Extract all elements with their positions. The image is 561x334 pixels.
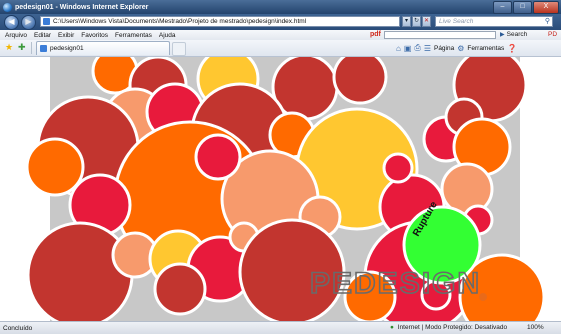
pdf-toolbar-logo: pdf xyxy=(370,31,381,38)
favorites-star-icon[interactable]: ★ xyxy=(5,43,13,52)
menu-favorites[interactable]: Favoritos xyxy=(81,32,108,39)
tab-page-icon xyxy=(40,45,47,52)
bubble-circle xyxy=(382,152,414,184)
logo-dot xyxy=(479,293,487,301)
globe-icon: ● xyxy=(390,324,394,331)
ie-icon xyxy=(3,2,12,12)
bubble-canvas: Rupture PEDESIGN xyxy=(25,57,546,321)
pdf-tool-button[interactable]: PD xyxy=(548,30,557,40)
security-zone-label: Internet | Modo Protegido: Desativado xyxy=(397,324,508,331)
back-button[interactable]: ◀ xyxy=(4,15,19,30)
bubble-circle xyxy=(26,221,134,321)
bubble-circle xyxy=(332,57,388,105)
minimize-button[interactable]: – xyxy=(493,1,512,14)
bubble-circle xyxy=(194,133,242,181)
status-text: Concluído xyxy=(3,324,33,332)
tab-label: pedesign01 xyxy=(50,45,84,52)
bubble-circle xyxy=(153,262,207,316)
forward-button[interactable]: ▶ xyxy=(21,15,36,30)
add-favorite-icon[interactable]: ✚ xyxy=(18,43,26,52)
command-bar: ⌂ ▣ ⎙ ☰ Página ⚙ Ferramentas ❓ xyxy=(396,40,517,56)
address-row: ◀ ▶ C:\Users\Windows Vista\Documents\Mes… xyxy=(0,14,561,30)
tab-row: ★ ✚ pedesign01 ⌂ ▣ ⎙ ☰ Página ⚙ Ferramen… xyxy=(0,40,561,57)
pedesign-logo: PEDESIGN xyxy=(310,267,481,300)
live-search-input[interactable]: Live Search ⚲ xyxy=(435,16,553,27)
menu-edit[interactable]: Editar xyxy=(34,32,51,39)
title-bar: pedesign01 - Windows Internet Explorer –… xyxy=(0,0,561,14)
menu-view[interactable]: Exibir xyxy=(58,32,74,39)
tab-pedesign01[interactable]: pedesign01 xyxy=(36,41,170,55)
window-controls: – □ X xyxy=(493,1,559,14)
address-input[interactable]: C:\Users\Windows Vista\Documents\Mestrad… xyxy=(40,16,400,27)
menu-tools[interactable]: Ferramentas xyxy=(115,32,152,39)
tools-gear-icon[interactable]: ⚙ xyxy=(457,44,464,53)
window-title: pedesign01 - Windows Internet Explorer xyxy=(15,3,149,11)
tab-divider xyxy=(31,42,32,54)
help-icon[interactable]: ❓ xyxy=(507,44,517,53)
print-icon[interactable]: ⎙ xyxy=(414,43,420,53)
refresh-icon[interactable]: ↻ xyxy=(412,16,421,27)
new-tab-button[interactable] xyxy=(172,42,186,56)
toolbar-search-button[interactable]: Search xyxy=(500,30,528,40)
toolbar-search-input[interactable] xyxy=(384,31,496,39)
maximize-button[interactable]: □ xyxy=(513,1,532,14)
page-icon[interactable]: ☰ xyxy=(424,44,431,53)
menu-file[interactable]: Arquivo xyxy=(5,32,27,39)
menu-help[interactable]: Ajuda xyxy=(159,32,176,39)
live-search-placeholder: Live Search xyxy=(439,18,474,25)
dropdown-icon[interactable]: ▾ xyxy=(402,16,411,27)
zoom-level[interactable]: 100% xyxy=(527,322,544,334)
stop-icon[interactable]: ✕ xyxy=(422,16,431,27)
security-zone[interactable]: ● Internet | Modo Protegido: Desativado xyxy=(390,322,507,334)
search-icon[interactable]: ⚲ xyxy=(545,17,550,26)
page-menu[interactable]: Página xyxy=(434,45,454,52)
close-button[interactable]: X xyxy=(533,1,559,14)
url-text: C:\Users\Windows Vista\Documents\Mestrad… xyxy=(53,18,307,25)
feeds-icon[interactable]: ▣ xyxy=(404,44,412,53)
page-content: Rupture PEDESIGN xyxy=(0,57,561,321)
page-icon xyxy=(43,18,50,25)
tools-menu[interactable]: Ferramentas xyxy=(467,45,504,52)
address-buttons: ▾ ↻ ✕ xyxy=(402,16,431,27)
home-icon[interactable]: ⌂ xyxy=(396,44,401,53)
status-bar: Concluído ● Internet | Modo Protegido: D… xyxy=(0,321,561,334)
